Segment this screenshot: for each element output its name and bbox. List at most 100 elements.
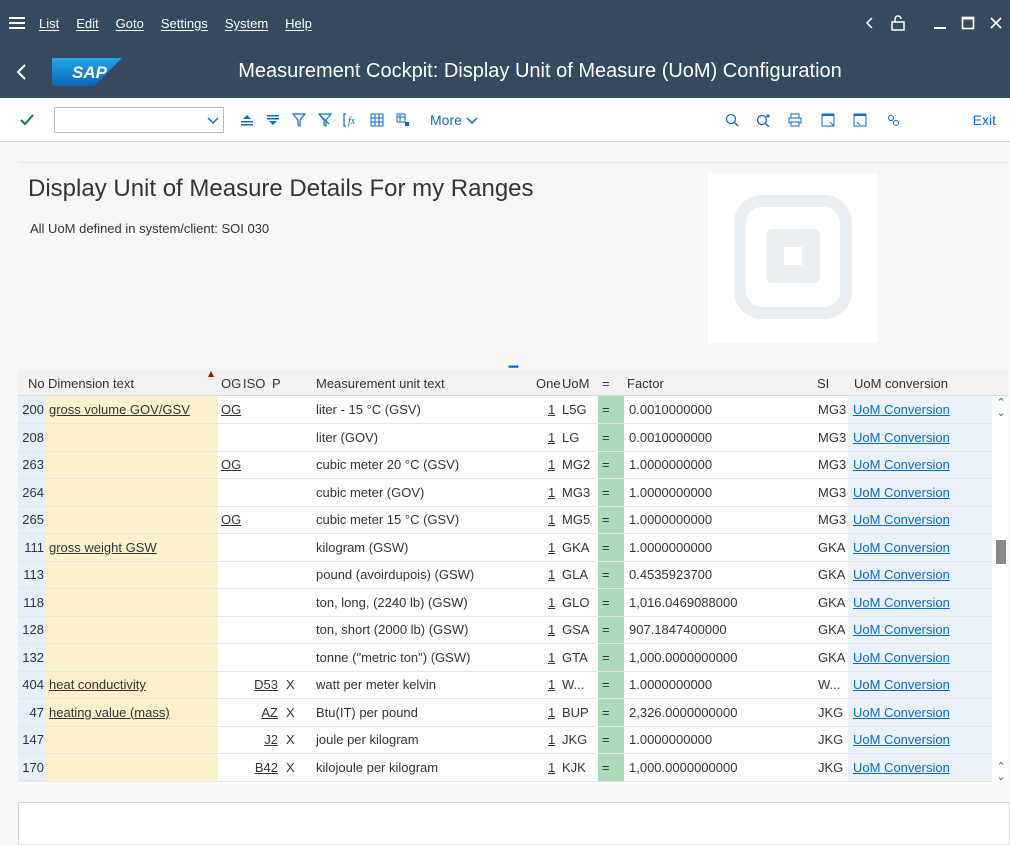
- cell-uom-conversion[interactable]: UoM Conversion: [853, 650, 950, 665]
- col-header-p[interactable]: P: [272, 376, 281, 391]
- table-row[interactable]: 263 OG cubic meter 20 °C (GSV) 1 MG2 = 1.00000…: [18, 451, 992, 479]
- table-row[interactable]: 170 B42 Xkilojoule per kilogram 1 KJK = 1,000.…: [18, 754, 992, 782]
- menu-system[interactable]: System: [225, 16, 268, 31]
- cell-uom-conversion[interactable]: UoM Conversion: [853, 540, 950, 555]
- table-settings-icon[interactable]: [364, 107, 390, 133]
- cell-one[interactable]: 1: [548, 540, 555, 555]
- cell-og[interactable]: OG: [221, 457, 241, 472]
- unlock-icon[interactable]: [884, 15, 912, 31]
- menu-help[interactable]: Help: [285, 16, 312, 31]
- table-row[interactable]: 404 heat conductivity D53 Xwatt per meter k…: [18, 671, 992, 699]
- close-icon[interactable]: [982, 16, 1010, 30]
- cell-og[interactable]: OG: [221, 402, 241, 417]
- search-next-icon[interactable]: [751, 107, 777, 133]
- table-row[interactable]: 132 tonne ("metric ton") (GSW) 1 GTA = 1,000.…: [18, 644, 992, 672]
- cell-uom-conversion[interactable]: UoM Conversion: [853, 512, 950, 527]
- cell-uom-conversion[interactable]: UoM Conversion: [853, 677, 950, 692]
- print-icon[interactable]: [782, 107, 808, 133]
- splitter[interactable]: ••••: [18, 362, 1008, 373]
- maximize-icon[interactable]: [954, 16, 982, 30]
- cell-one[interactable]: 1: [548, 705, 555, 720]
- scroll-down-icon[interactable]: ⌃ ⌄: [995, 762, 1007, 783]
- cell-one[interactable]: 1: [548, 677, 555, 692]
- cell-one[interactable]: 1: [548, 512, 555, 527]
- table-row[interactable]: 47 heating value (mass) AZ X Btu(IT) per pou…: [18, 699, 992, 727]
- col-header-one[interactable]: One: [536, 376, 561, 391]
- col-header-equals[interactable]: =: [602, 376, 610, 391]
- table-row[interactable]: 208 liter (GOV) 1 LG = 0.0010000000 MG3 UoM Con…: [18, 424, 992, 452]
- cell-one[interactable]: 1: [548, 457, 555, 472]
- cell-uom-conversion[interactable]: UoM Conversion: [853, 622, 950, 637]
- cell-uom-conversion[interactable]: UoM Conversion: [853, 402, 950, 417]
- col-header-dimension[interactable]: Dimension text: [48, 376, 134, 391]
- col-header-no[interactable]: No: [28, 376, 45, 391]
- cell-one[interactable]: 1: [548, 732, 555, 747]
- cell-dimension[interactable]: gross volume GOV/GSV: [49, 402, 190, 417]
- table-row[interactable]: 113 pound (avoirdupois) (GSW) 1 GLA = 0.45359…: [18, 561, 992, 589]
- filter-icon[interactable]: [286, 107, 312, 133]
- menu-edit[interactable]: Edit: [76, 16, 98, 31]
- cell-uom-conversion[interactable]: UoM Conversion: [853, 732, 950, 747]
- chevron-left-icon[interactable]: [856, 16, 884, 30]
- exit-button[interactable]: Exit: [973, 112, 996, 128]
- more-button[interactable]: More: [430, 112, 478, 128]
- cell-dimension[interactable]: gross weight GSW: [49, 540, 157, 555]
- cell-one[interactable]: 1: [548, 650, 555, 665]
- menu-goto[interactable]: Goto: [116, 16, 144, 31]
- cell-one[interactable]: 1: [548, 402, 555, 417]
- menu-list[interactable]: List: [39, 16, 59, 31]
- cell-uom-conversion[interactable]: UoM Conversion: [853, 705, 950, 720]
- cell-one[interactable]: 1: [548, 622, 555, 637]
- cell-iso[interactable]: AZ: [252, 705, 278, 720]
- col-header-iso[interactable]: ISO: [243, 376, 265, 391]
- filter-settings-icon[interactable]: [312, 107, 338, 133]
- cell-uom-conversion[interactable]: UoM Conversion: [853, 595, 950, 610]
- cell-one[interactable]: 1: [548, 485, 555, 500]
- minimize-icon[interactable]: [926, 16, 954, 30]
- cell-uom-conversion[interactable]: UoM Conversion: [853, 430, 950, 445]
- col-header-uom[interactable]: UoM: [562, 376, 589, 391]
- cell-og[interactable]: OG: [221, 512, 241, 527]
- col-header-measurement-unit[interactable]: Measurement unit text: [316, 376, 445, 391]
- table-row[interactable]: 264 cubic meter (GOV) 1 MG3 = 1.0000000000 MG3…: [18, 479, 992, 507]
- layout-icon[interactable]: [390, 107, 416, 133]
- hamburger-menu-icon[interactable]: [9, 16, 39, 30]
- table-row[interactable]: 147 J2 Xjoule per kilogram 1 JKG = 1.000000000…: [18, 726, 992, 754]
- cell-one[interactable]: 1: [548, 567, 555, 582]
- search-icon[interactable]: [719, 107, 745, 133]
- new-window-icon[interactable]: [815, 107, 841, 133]
- col-header-si[interactable]: SI: [817, 376, 829, 391]
- settings-icon[interactable]: [880, 107, 906, 133]
- cell-one[interactable]: 1: [548, 430, 555, 445]
- cell-iso[interactable]: D53: [252, 677, 278, 692]
- cell-uom-conversion[interactable]: UoM Conversion: [853, 457, 950, 472]
- table-row[interactable]: 111 gross weight GSW kilogram (GSW) 1 GKA = 1.…: [18, 534, 992, 562]
- vertical-scrollbar[interactable]: ⌃ ⌄ ⌃ ⌄: [992, 396, 1008, 783]
- cell-iso[interactable]: J2: [252, 732, 278, 747]
- col-header-og[interactable]: OG: [221, 376, 241, 391]
- scroll-thumb[interactable]: [996, 540, 1006, 564]
- cell-one[interactable]: 1: [548, 760, 555, 775]
- scroll-up-icon[interactable]: ⌃ ⌄: [995, 398, 1007, 419]
- cell-uom-conversion[interactable]: UoM Conversion: [853, 485, 950, 500]
- table-row[interactable]: 118 ton, long, (2240 lb) (GSW) 1 GLO = 1,016.…: [18, 589, 992, 617]
- sort-descending-icon[interactable]: [260, 107, 286, 133]
- window-export-icon[interactable]: [847, 107, 873, 133]
- col-header-factor[interactable]: Factor: [627, 376, 664, 391]
- chevron-down-icon[interactable]: [207, 112, 219, 128]
- table-row[interactable]: 265 OG cubic meter 15 °C (GSV) 1 MG5 = 1.00000…: [18, 506, 992, 534]
- cell-one[interactable]: 1: [548, 595, 555, 610]
- table-row[interactable]: 200 gross volume GOV/GSV OG liter - 15 °C (…: [18, 396, 992, 424]
- menu-settings[interactable]: Settings: [161, 16, 208, 31]
- col-header-uom-conversion[interactable]: UoM conversion: [854, 376, 948, 391]
- sort-ascending-icon[interactable]: [234, 107, 260, 133]
- cell-uom-conversion[interactable]: UoM Conversion: [853, 567, 950, 582]
- cell-iso[interactable]: B42: [252, 760, 278, 775]
- cell-uom-conversion[interactable]: UoM Conversion: [853, 760, 950, 775]
- cell-dimension[interactable]: heat conductivity: [49, 677, 146, 692]
- confirm-check-icon[interactable]: [14, 107, 40, 133]
- formula-icon[interactable]: fx: [338, 107, 364, 133]
- table-row[interactable]: 128 ton, short (2000 lb) (GSW) 1 GSA = 907.18…: [18, 616, 992, 644]
- cell-dimension[interactable]: heating value (mass): [49, 705, 170, 720]
- command-field[interactable]: [54, 106, 224, 133]
